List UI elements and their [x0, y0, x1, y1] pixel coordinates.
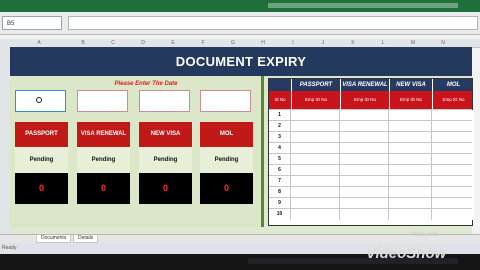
table-header-row: PASSPORT VISA RENEWAL NEW VISA MOL	[269, 79, 472, 91]
column-header[interactable]: B	[68, 39, 98, 47]
date-prompt: Please Enter The Date	[114, 81, 178, 87]
card-status: Pending	[77, 147, 130, 173]
table-subheader: Emp ID No	[389, 91, 432, 109]
column-header[interactable]: H	[248, 39, 278, 47]
sheet-tab[interactable]: Documents	[36, 235, 72, 243]
card-count: 0	[200, 173, 253, 204]
column-header[interactable]: M	[398, 39, 428, 47]
column-header[interactable]: N	[428, 39, 458, 47]
table-subheader: Emp ID No	[340, 91, 389, 109]
column-header[interactable]: F	[188, 39, 218, 47]
table-header: NEW VISA	[389, 79, 432, 91]
document-card-new-visa: NEW VISA Pending 0	[139, 122, 192, 204]
column-header[interactable]: A	[10, 39, 68, 47]
table-row: 2	[269, 120, 474, 132]
card-title: PASSPORT	[15, 122, 68, 147]
page-title: DOCUMENT EXPIRY	[10, 47, 472, 76]
name-box[interactable]: B5	[2, 16, 62, 30]
table-row: 8	[269, 186, 474, 198]
watermark-label: Made with	[411, 232, 439, 238]
date-input-placeholder[interactable]	[77, 90, 128, 112]
card-count: 0	[77, 173, 130, 204]
card-status: Pending	[15, 147, 68, 173]
table-subheader: Emp ID No	[432, 91, 474, 109]
table-cell[interactable]	[291, 209, 340, 220]
watermark-brand: VideoShow	[366, 245, 447, 262]
date-input-placeholder[interactable]	[200, 90, 251, 112]
document-card-passport: PASSPORT Pending 0	[15, 122, 68, 204]
column-header[interactable]: E	[158, 39, 188, 47]
document-card-visa-renewal: VISA RENEWAL Pending 0	[77, 122, 130, 204]
spreadsheet-window: B5 A B C D E F G H I J K L M N DOCUMENT …	[0, 0, 480, 254]
mouse-cursor-icon	[36, 97, 42, 103]
column-header[interactable]: G	[218, 39, 248, 47]
table-subheader: Emp ID No	[291, 91, 340, 109]
formula-input[interactable]	[68, 16, 478, 30]
table-row: 7	[269, 175, 474, 187]
table-header: PASSPORT	[291, 79, 340, 91]
expiry-table: PASSPORT VISA RENEWAL NEW VISA MOL Sl No…	[268, 78, 474, 226]
sheet-tab[interactable]: Details	[73, 235, 99, 243]
column-header[interactable]: I	[278, 39, 308, 47]
card-status: Pending	[139, 147, 192, 173]
table-row: 5	[269, 153, 474, 165]
table-subheader-row: Sl No Emp ID No Emp ID No Emp ID No Emp …	[269, 91, 472, 109]
card-title: NEW VISA	[139, 122, 192, 147]
date-input-placeholder[interactable]	[139, 90, 190, 112]
row-number: 10	[269, 209, 291, 220]
table-row: 6	[269, 164, 474, 176]
column-header[interactable]: C	[98, 39, 128, 47]
card-status: Pending	[200, 147, 253, 173]
table-row: 1	[269, 109, 474, 121]
table-row: 3	[269, 131, 474, 143]
card-count: 0	[139, 173, 192, 204]
column-header[interactable]: D	[128, 39, 158, 47]
table-row: 4	[269, 142, 474, 154]
ribbon-highlight	[268, 3, 458, 8]
table-header: MOL	[432, 79, 474, 91]
table-cell[interactable]	[432, 209, 474, 220]
column-header[interactable]: K	[338, 39, 368, 47]
column-header[interactable]: J	[308, 39, 338, 47]
card-title: MOL	[200, 122, 253, 147]
card-title: VISA RENEWAL	[77, 122, 130, 147]
document-card-mol: MOL Pending 0	[200, 122, 253, 204]
table-cell[interactable]	[389, 209, 432, 220]
card-count: 0	[15, 173, 68, 204]
table-row: 9	[269, 197, 474, 209]
table-row: 10	[269, 208, 474, 220]
table-subheader: Sl No	[274, 97, 286, 102]
table-cell[interactable]	[340, 209, 389, 220]
status-text: Ready	[2, 245, 17, 251]
column-header[interactable]: L	[368, 39, 398, 47]
table-header: VISA RENEWAL	[340, 79, 389, 91]
